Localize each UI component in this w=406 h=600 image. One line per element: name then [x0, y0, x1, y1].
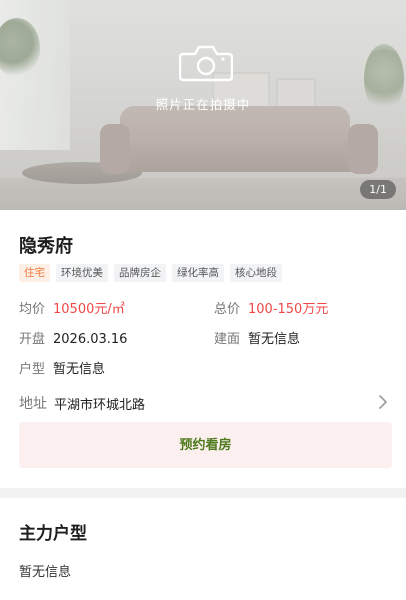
layout-label: 户型	[19, 362, 46, 377]
build-area-row: 建面 暂无信息	[214, 331, 300, 349]
tag: 品牌房企	[114, 264, 166, 282]
avg-price-label: 均价	[19, 302, 46, 317]
build-area-value: 暂无信息	[248, 332, 301, 347]
photo-caption: 照片正在拍摄中	[155, 97, 251, 112]
tag-list: 住宅 环境优美 品牌房企 绿化率高 核心地段	[19, 264, 282, 282]
camera-icon	[179, 45, 233, 82]
book-viewing-button[interactable]: 预约看房	[19, 422, 392, 468]
address-value: 平湖市环城北路	[54, 398, 146, 413]
property-title: 隐秀府	[19, 236, 73, 257]
tag: 环境优美	[56, 264, 108, 282]
avg-price-row: 均价 10500元/㎡	[19, 301, 125, 319]
main-layout-title: 主力户型	[19, 524, 87, 544]
address-label: 地址	[19, 396, 47, 412]
tag: 住宅	[19, 264, 50, 282]
open-date-value: 2026.03.16	[53, 332, 128, 347]
property-info-card: 隐秀府 住宅 环境优美 品牌房企 绿化率高 核心地段 均价 10500元/㎡ 总价…	[0, 210, 406, 488]
main-layout-body: 暂无信息	[19, 565, 72, 580]
property-photo[interactable]: 照片正在拍摄中 1/1	[0, 0, 406, 210]
layout-row: 户型 暂无信息	[19, 361, 105, 379]
open-date-label: 开盘	[19, 332, 46, 347]
total-price-label: 总价	[214, 302, 241, 317]
chevron-right-icon	[379, 395, 387, 409]
address-row[interactable]: 地址 平湖市环城北路	[19, 393, 389, 413]
layout-value: 暂无信息	[53, 362, 106, 377]
build-area-label: 建面	[214, 332, 241, 347]
section-divider	[0, 488, 406, 498]
open-date-row: 开盘 2026.03.16	[19, 331, 127, 349]
avg-price-value: 10500元/㎡	[53, 302, 125, 317]
tag: 绿化率高	[172, 264, 224, 282]
tag: 核心地段	[230, 264, 282, 282]
total-price-value: 100-150万元	[248, 302, 329, 317]
photo-counter: 1/1	[360, 180, 396, 199]
total-price-row: 总价 100-150万元	[214, 301, 328, 319]
